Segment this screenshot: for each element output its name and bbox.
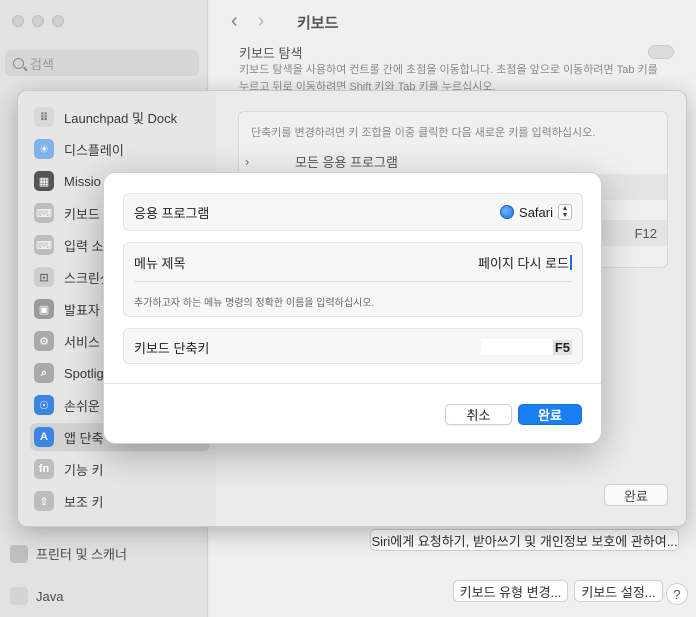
application-label: 응용 프로그램 — [134, 205, 210, 221]
accessibility-icon: ☉ — [34, 395, 54, 415]
presenter-icon: ▣ — [34, 299, 54, 319]
shortcut-row: 키보드 단축키 F5 — [124, 329, 582, 365]
category-label: 발표자 — [64, 302, 100, 318]
safari-icon — [500, 205, 515, 219]
search-placeholder: 검색 — [30, 56, 54, 72]
printer-icon — [10, 544, 28, 563]
category-label: 앱 단축 — [64, 430, 104, 446]
sidebar-item-java[interactable]: Java — [10, 587, 63, 605]
shortcut-recorder-field[interactable]: F5 — [480, 339, 572, 355]
category-function-keys[interactable]: fn 기능 키 — [30, 455, 210, 483]
help-button[interactable]: ? — [666, 583, 688, 605]
keyboard-navigation-desc-1: 키보드 탐색을 사용하여 컨트롤 간에 초점을 이동합니다. 초점을 앞으로 이… — [239, 64, 658, 76]
shortcut-app-label: 모든 응용 프로그램 — [295, 154, 398, 170]
application-row: 응용 프로그램 Safari ▲ ▼ — [124, 194, 582, 230]
category-label: 손쉬운 — [64, 398, 100, 414]
spotlight-icon: ⌕ — [34, 363, 54, 383]
window-controls — [12, 15, 64, 27]
menu-title-hint: 추가하고자 하는 메뉴 명령의 정확한 이름을 입력하십시오. — [134, 298, 375, 309]
shortcut-row-all-apps[interactable]: › 모든 응용 프로그램 — [239, 148, 667, 174]
mission-control-icon: ▦ — [34, 171, 54, 191]
change-keyboard-type-button[interactable]: 키보드 유형 변경... — [453, 580, 568, 602]
dialog-divider — [104, 383, 601, 384]
disclosure-chevron-icon[interactable]: › — [239, 154, 295, 169]
menu-title-row: 메뉴 제목 페이지 다시 로드 — [124, 244, 582, 280]
java-icon — [10, 587, 28, 605]
forward-icon[interactable]: › — [258, 10, 265, 33]
add-shortcut-dialog: 응용 프로그램 Safari ▲ ▼ 메뉴 제목 페이지 다시 로드 추가하고자 … — [103, 172, 602, 444]
category-label: 입력 소 — [64, 238, 104, 254]
popup-chevrons-icon: ▲ ▼ — [558, 204, 572, 220]
shortcut-key: F5 — [552, 339, 572, 355]
keyboard-navigation-toggle[interactable] — [648, 45, 674, 59]
launchpad-icon: ⠿ — [34, 107, 54, 127]
sidebar-item-printers[interactable]: 프린터 및 스캐너 — [10, 544, 127, 563]
shortcut-hint: 단축키를 변경하려면 키 조합을 이중 클릭한 다음 새로운 키를 입력하십시오… — [251, 127, 596, 139]
siri-privacy-button[interactable]: Siri에게 요청하기, 받아쓰기 및 개인정보 보호에 관하여... — [370, 529, 679, 551]
services-gear-icon: ⚙ — [34, 331, 54, 351]
modifier-key-icon: ⇧ — [34, 491, 54, 511]
category-label: 디스플레이 — [64, 142, 124, 158]
application-popup[interactable]: Safari ▲ ▼ — [500, 204, 572, 220]
search-field[interactable]: 검색 — [5, 50, 199, 76]
divider — [134, 281, 572, 282]
sidebar-item-label: Java — [36, 588, 64, 604]
keyboard-navigation-section: 키보드 탐색 키보드 탐색을 사용하여 컨트롤 간에 초점을 이동합니다. 초점… — [239, 45, 669, 96]
zoom-window-button[interactable] — [52, 15, 64, 27]
category-displays[interactable]: ☀ 디스플레이 — [30, 135, 210, 163]
keyboard-navigation-heading: 키보드 탐색 — [239, 46, 303, 61]
back-icon[interactable]: ‹ — [231, 10, 238, 33]
category-label: Missio — [64, 173, 101, 189]
category-label: 키보드 — [64, 206, 100, 222]
menu-title-input[interactable]: 페이지 다시 로드 — [478, 253, 572, 272]
input-sources-icon: ⌨ — [34, 235, 54, 255]
shortcut-group: 키보드 단축키 F5 — [123, 328, 583, 364]
sheet-done-button[interactable]: 완료 — [604, 484, 668, 506]
navigation-arrows: ‹ › — [231, 10, 264, 33]
category-label: 보조 키 — [64, 494, 104, 510]
category-label: 서비스 — [64, 334, 100, 350]
category-modifier-keys[interactable]: ⇧ 보조 키 — [30, 487, 210, 515]
shortcut-label: 키보드 단축키 — [134, 340, 210, 356]
keyboard-icon: ⌨ — [34, 203, 54, 223]
shortcut-key-value: F12 — [634, 225, 657, 241]
close-window-button[interactable] — [12, 15, 24, 27]
cancel-button[interactable]: 취소 — [445, 404, 512, 425]
category-label: 기능 키 — [64, 462, 104, 478]
category-label: Launchpad 및 Dock — [64, 110, 178, 126]
app-store-icon: A — [34, 427, 54, 447]
text-cursor — [570, 254, 572, 270]
menu-title-label: 메뉴 제목 — [134, 255, 186, 271]
sidebar-item-label: 프린터 및 스캐너 — [36, 547, 127, 562]
menu-title-value: 페이지 다시 로드 — [478, 255, 569, 271]
function-key-icon: fn — [34, 459, 54, 479]
menu-title-group: 메뉴 제목 페이지 다시 로드 추가하고자 하는 메뉴 명령의 정확한 이름을 … — [123, 242, 583, 317]
minimize-window-button[interactable] — [32, 15, 44, 27]
category-label: Spotlig — [64, 365, 104, 381]
application-value: Safari — [519, 204, 553, 220]
keyboard-setup-button[interactable]: 키보드 설정... — [574, 580, 663, 602]
screenshot-icon: ⊡ — [34, 267, 54, 287]
done-button[interactable]: 완료 — [518, 404, 582, 425]
page-title: 키보드 — [297, 15, 339, 32]
shortcut-field-blank — [480, 339, 553, 355]
display-brightness-icon: ☀ — [34, 139, 54, 159]
application-group: 응용 프로그램 Safari ▲ ▼ — [123, 193, 583, 231]
category-launchpad-dock[interactable]: ⠿ Launchpad 및 Dock — [30, 103, 210, 131]
search-icon — [13, 57, 24, 69]
